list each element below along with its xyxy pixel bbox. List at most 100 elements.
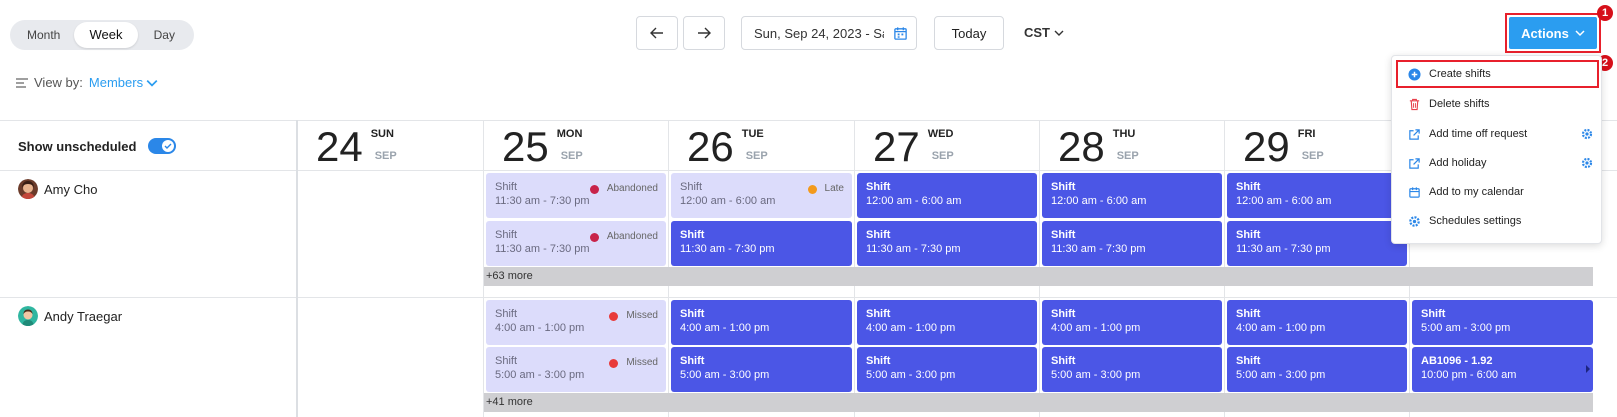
shift-time: 4:00 am - 1:00 pm	[495, 322, 585, 334]
status-badge: Abandoned	[589, 230, 658, 244]
toggle-knob	[162, 140, 175, 152]
day-number: 26	[687, 123, 734, 170]
view-day-option[interactable]: Day	[138, 22, 191, 48]
chevron-down-icon	[1054, 30, 1064, 36]
day-header-sun: 24 SUN SEP	[316, 124, 397, 170]
menu-item-add-time-off[interactable]: Add time off request	[1400, 121, 1595, 147]
day-month: SEP	[1301, 150, 1324, 162]
shift-title: Shift	[866, 308, 891, 320]
view-month-option[interactable]: Month	[13, 22, 74, 48]
menu-item-add-to-calendar[interactable]: Add to my calendar	[1400, 179, 1595, 205]
check-icon	[164, 143, 172, 149]
shift-time: 4:00 am - 1:00 pm	[1051, 322, 1141, 334]
shift-title: Shift	[1051, 355, 1076, 367]
today-button[interactable]: Today	[934, 16, 1004, 50]
shift-time: 11:30 am - 7:30 pm	[866, 243, 961, 255]
status-badge: Missed	[609, 309, 658, 323]
expand-arrow-icon[interactable]	[1586, 365, 1590, 373]
shift-card[interactable]: Shift 12:00 am - 6:00 am	[857, 173, 1037, 218]
shift-card[interactable]: Shift 5:00 am - 3:00 pm	[857, 347, 1037, 392]
shift-time: 5:00 am - 3:00 pm	[866, 369, 956, 381]
day-of-week: MON	[556, 128, 583, 140]
filter-lines-icon	[16, 77, 28, 88]
shift-card[interactable]: Shift 4:00 am - 1:00 pm Missed	[486, 300, 666, 345]
shift-time: 5:00 am - 3:00 pm	[1236, 369, 1326, 381]
shift-card[interactable]: Shift 11:30 am - 7:30 pm	[1227, 221, 1407, 266]
status-text: Late	[824, 183, 844, 194]
shift-time: 5:00 am - 3:00 pm	[495, 369, 585, 381]
row-divider	[0, 297, 1617, 298]
shift-card[interactable]: Shift 11:30 am - 7:30 pm	[857, 221, 1037, 266]
shift-time: 12:00 am - 6:00 am	[680, 195, 776, 207]
shift-card[interactable]: Shift 5:00 am - 3:00 pm	[1042, 347, 1222, 392]
timezone-select[interactable]: CST	[1024, 25, 1064, 40]
shift-card[interactable]: Shift 11:30 am - 7:30 pm Abandoned	[486, 173, 666, 218]
external-link-icon	[1409, 128, 1420, 140]
shift-card[interactable]: Shift 5:00 am - 3:00 pm	[1412, 300, 1593, 345]
menu-item-label: Add to my calendar	[1429, 186, 1524, 198]
status-dot	[807, 184, 817, 194]
shift-time: 5:00 am - 3:00 pm	[1051, 369, 1141, 381]
more-shifts-link[interactable]: +63 more	[484, 267, 1593, 286]
actions-menu: Create shifts Delete shifts Add time off…	[1391, 55, 1602, 244]
timezone-label: CST	[1024, 25, 1050, 40]
actions-button[interactable]: Actions	[1509, 17, 1597, 49]
plus-circle-icon	[1408, 67, 1421, 81]
shift-card[interactable]: Shift 5:00 am - 3:00 pm Missed	[486, 347, 666, 392]
menu-item-schedules-settings[interactable]: Schedules settings	[1400, 208, 1595, 234]
menu-item-create-shifts[interactable]: Create shifts	[1400, 61, 1595, 87]
shift-card[interactable]: Shift 4:00 am - 1:00 pm	[1042, 300, 1222, 345]
shift-card[interactable]: Shift 5:00 am - 3:00 pm	[671, 347, 852, 392]
member-andy-traegar[interactable]: Andy Traegar	[18, 306, 122, 326]
shift-card[interactable]: AB1096 - 1.92 10:00 pm - 6:00 am	[1412, 347, 1593, 392]
shift-card[interactable]: Shift 12:00 am - 6:00 am	[1227, 173, 1407, 218]
shift-title: Shift	[1051, 181, 1076, 193]
shift-time: 5:00 am - 3:00 pm	[680, 369, 770, 381]
show-unscheduled-label: Show unscheduled	[18, 138, 137, 154]
menu-item-label: Create shifts	[1429, 68, 1491, 80]
shift-title: AB1096 - 1.92	[1421, 355, 1493, 367]
view-week-option[interactable]: Week	[74, 22, 138, 48]
gear-icon[interactable]	[1581, 128, 1593, 140]
shift-card[interactable]: Shift 12:00 am - 6:00 am	[1042, 173, 1222, 218]
day-of-week: WED	[927, 128, 954, 140]
gear-icon[interactable]	[1581, 157, 1593, 169]
shift-card[interactable]: Shift 11:30 am - 7:30 pm Abandoned	[486, 221, 666, 266]
shift-title: Shift	[1051, 308, 1076, 320]
actions-label: Actions	[1521, 25, 1569, 41]
menu-item-delete-shifts[interactable]: Delete shifts	[1400, 91, 1595, 117]
day-header-tue: 26 TUE SEP	[687, 124, 768, 170]
shift-card[interactable]: Shift 4:00 am - 1:00 pm	[857, 300, 1037, 345]
member-amy-cho[interactable]: Amy Cho	[18, 179, 97, 199]
chevron-down-icon	[146, 79, 158, 87]
more-shifts-link[interactable]: +41 more	[484, 393, 1593, 412]
day-of-week: SUN	[370, 128, 394, 140]
day-number: 28	[1058, 123, 1105, 170]
day-month: SEP	[560, 150, 583, 162]
date-range-picker[interactable]: Sun, Sep 24, 2023 - Sat, Sep 30, 2023	[741, 16, 917, 50]
shift-card[interactable]: Shift 11:30 am - 7:30 pm	[671, 221, 852, 266]
view-by-value: Members	[88, 75, 144, 90]
previous-week-button[interactable]	[636, 16, 678, 50]
menu-item-label: Add holiday	[1429, 157, 1487, 169]
shift-card[interactable]: Shift 12:00 am - 6:00 am Late	[671, 173, 852, 218]
menu-item-add-holiday[interactable]: Add holiday	[1400, 150, 1595, 176]
shift-card[interactable]: Shift 5:00 am - 3:00 pm	[1227, 347, 1407, 392]
status-text: Missed	[626, 357, 658, 368]
shift-card[interactable]: Shift 11:30 am - 7:30 pm	[1042, 221, 1222, 266]
shift-card[interactable]: Shift 4:00 am - 1:00 pm	[671, 300, 852, 345]
shift-title: Shift	[1236, 308, 1261, 320]
menu-item-label: Schedules settings	[1429, 215, 1522, 227]
status-text: Missed	[626, 310, 658, 321]
shift-title: Shift	[1421, 308, 1446, 320]
shift-time: 12:00 am - 6:00 am	[1236, 195, 1332, 207]
grid-top-border	[0, 120, 1617, 121]
show-unscheduled-toggle[interactable]	[148, 138, 177, 154]
view-by-select[interactable]: Members	[89, 75, 158, 90]
next-week-button[interactable]	[683, 16, 725, 50]
status-badge: Abandoned	[589, 182, 658, 196]
shift-card[interactable]: Shift 4:00 am - 1:00 pm	[1227, 300, 1407, 345]
day-number: 24	[316, 123, 363, 170]
shift-time: 12:00 am - 6:00 am	[1051, 195, 1147, 207]
day-number: 29	[1243, 123, 1290, 170]
